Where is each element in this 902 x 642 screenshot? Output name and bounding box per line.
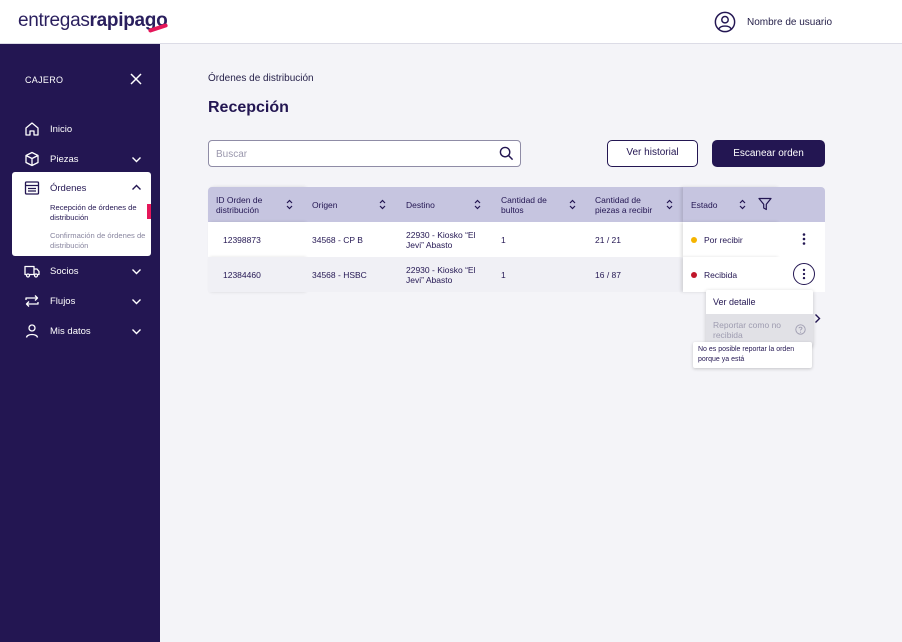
user-circle-icon: [714, 11, 736, 33]
search-input[interactable]: [216, 146, 486, 162]
sort-icon[interactable]: [739, 199, 746, 210]
logo-text-entregas: entregas: [18, 10, 90, 31]
active-indicator: [147, 204, 151, 219]
sidebar-item-piezas[interactable]: Piezas: [0, 148, 160, 170]
column-header-actions: [780, 187, 825, 222]
sidebar-item-mis-datos[interactable]: Mis datos: [0, 320, 160, 342]
sort-icon[interactable]: [666, 199, 673, 210]
column-header-bultos[interactable]: Cantidad de bultos: [493, 187, 587, 222]
chevron-down-icon: [132, 328, 141, 334]
user-menu[interactable]: Nombre de usuario: [714, 10, 832, 34]
table-cell-piezas: 21 / 21: [587, 222, 683, 257]
column-header-piezas[interactable]: Cantidad de piezas a recibir: [587, 187, 683, 222]
sidebar-item-label: Órdenes: [50, 183, 87, 194]
chevron-down-icon: [132, 298, 141, 304]
scan-order-button[interactable]: Escanear orden: [712, 140, 825, 167]
close-icon[interactable]: [130, 73, 142, 85]
table-cell-destino: 22930 - Kiosko “El Jevi” Abasto: [398, 222, 493, 257]
box-icon: [25, 151, 39, 167]
history-button[interactable]: Ver historial: [607, 140, 698, 167]
tooltip: No es posible reportar la orden porque y…: [693, 342, 812, 368]
table-cell-actions: [780, 222, 825, 257]
sidebar-subitem-confirmacion[interactable]: Confirmación de órdenes de distribución: [50, 231, 146, 250]
more-options-icon[interactable]: [793, 228, 815, 250]
table-cell-origen: 34568 - CP B: [304, 222, 398, 257]
chevron-up-icon[interactable]: [131, 182, 142, 193]
sidebar-item-label: Inicio: [50, 123, 73, 135]
top-bar: entregasrapipago Nombre de usuario: [0, 0, 902, 44]
sidebar-title: CAJERO: [25, 75, 64, 85]
home-icon: [25, 122, 39, 136]
sidebar: CAJERO Inicio Piezas Órdenes Recepción d…: [0, 44, 160, 642]
column-header-origen[interactable]: Origen: [304, 187, 398, 222]
sort-icon[interactable]: [379, 199, 386, 210]
table-cell-actions: [780, 257, 825, 292]
table-cell-id: 12398873: [208, 222, 304, 257]
sidebar-item-inicio[interactable]: Inicio: [0, 118, 160, 140]
table-cell-estado: Por recibir: [683, 222, 780, 257]
table-cell-bultos: 1: [493, 257, 587, 292]
sidebar-item-ordenes[interactable]: Órdenes Recepción de órdenes de distribu…: [12, 172, 151, 256]
status-text: Por recibir: [704, 234, 743, 245]
chevron-down-icon: [132, 156, 141, 162]
repeat-icon: [25, 295, 39, 307]
table-cell-estado: Recibida: [683, 257, 780, 292]
sort-icon[interactable]: [569, 199, 576, 210]
list-icon: [24, 181, 40, 195]
sidebar-item-label: Mis datos: [50, 325, 91, 337]
sidebar-item-label: Socios: [50, 265, 79, 277]
sort-icon[interactable]: [286, 199, 293, 210]
breadcrumb[interactable]: Órdenes de distribución: [208, 73, 314, 84]
column-header-id[interactable]: ID Orden de distribución: [208, 187, 304, 222]
chevron-down-icon: [132, 268, 141, 274]
row-actions-menu: Ver detalle Reportar como no recibida: [706, 290, 813, 346]
column-header-destino[interactable]: Destino: [398, 187, 493, 222]
table-cell-destino: 22930 - Kiosko “El Jevi” Abasto: [398, 257, 493, 292]
status-dot: [691, 271, 697, 278]
sort-icon[interactable]: [474, 199, 481, 210]
sidebar-item-socios[interactable]: Socios: [0, 260, 160, 282]
page-title: Recepción: [208, 99, 289, 116]
menu-item-ver-detalle[interactable]: Ver detalle: [713, 297, 756, 307]
filter-icon[interactable]: [758, 197, 772, 211]
more-options-icon[interactable]: [793, 263, 815, 285]
table-cell-id: 12384460: [208, 257, 304, 292]
search-box[interactable]: [208, 140, 521, 167]
status-text: Recibida: [704, 269, 738, 280]
chevron-right-icon[interactable]: [813, 313, 822, 324]
sidebar-subitem-recepcion[interactable]: Recepción de órdenes de distribución: [50, 203, 146, 222]
search-icon[interactable]: [499, 146, 514, 161]
table-cell-piezas: 16 / 87: [587, 257, 683, 292]
truck-icon: [24, 265, 40, 278]
column-header-estado[interactable]: Estado: [683, 187, 780, 222]
brand-logo[interactable]: entregasrapipago: [18, 10, 169, 33]
sidebar-item-label: Piezas: [50, 153, 79, 165]
sidebar-item-label: Flujos: [50, 295, 76, 307]
help-icon[interactable]: [795, 324, 806, 335]
user-icon: [25, 324, 39, 338]
sidebar-item-flujos[interactable]: Flujos: [0, 290, 160, 312]
status-dot: [691, 236, 697, 243]
table-cell-origen: 34568 - HSBC: [304, 257, 398, 292]
table-cell-bultos: 1: [493, 222, 587, 257]
user-name: Nombre de usuario: [747, 16, 833, 28]
